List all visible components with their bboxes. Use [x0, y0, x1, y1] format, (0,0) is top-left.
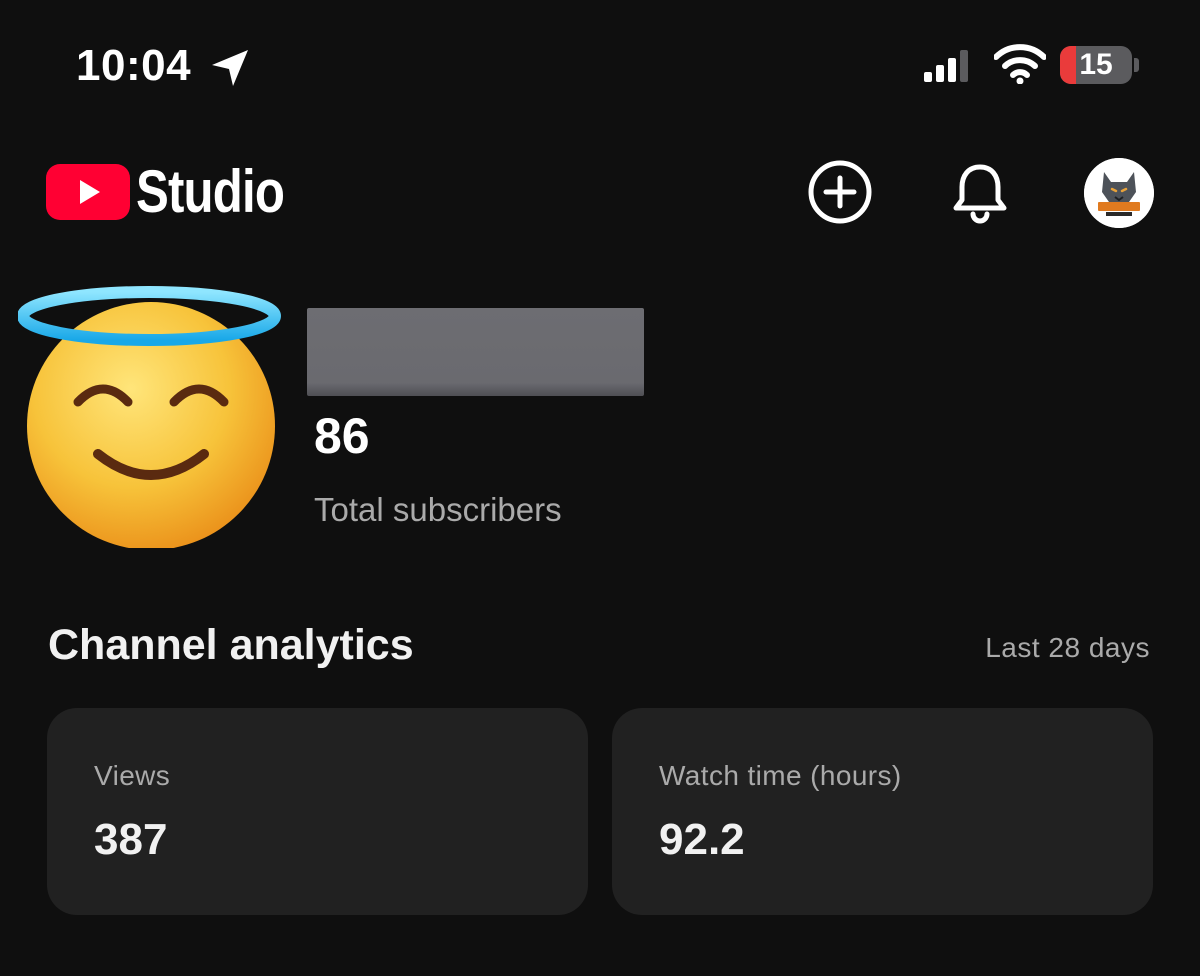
youtube-studio-screen: 10:04 15 Studio 86 Total subscribers Cha… — [0, 0, 1200, 976]
account-avatar[interactable] — [1084, 158, 1154, 228]
watch-time-card[interactable]: Watch time (hours) 92.2 — [612, 708, 1153, 915]
subscriber-count: 86 — [314, 408, 370, 464]
channel-analytics-title: Channel analytics — [48, 621, 414, 669]
app-title: Studio — [136, 158, 285, 225]
create-plus-icon[interactable] — [806, 158, 874, 226]
views-label: Views — [94, 760, 171, 791]
subscriber-label: Total subscribers — [314, 491, 562, 528]
cellular-signal-icon — [924, 50, 968, 82]
watch-time-label: Watch time (hours) — [659, 760, 902, 791]
wifi-icon — [994, 44, 1046, 84]
status-time: 10:04 — [76, 41, 192, 90]
channel-name-redacted — [307, 308, 644, 396]
date-range-label: Last 28 days — [985, 632, 1150, 663]
wolf-logo-icon — [1084, 158, 1154, 228]
battery-icon: 15 — [1060, 46, 1132, 84]
views-card[interactable]: Views 387 — [47, 708, 588, 915]
smiling-face-with-halo-icon — [18, 286, 281, 548]
battery-percent: 15 — [1079, 48, 1113, 81]
watch-time-value: 92.2 — [659, 815, 745, 864]
location-arrow-icon — [212, 50, 248, 86]
notifications-bell-icon[interactable] — [946, 158, 1014, 226]
battery-cap — [1134, 58, 1139, 72]
youtube-play-icon — [46, 164, 130, 220]
views-value: 387 — [94, 815, 168, 864]
